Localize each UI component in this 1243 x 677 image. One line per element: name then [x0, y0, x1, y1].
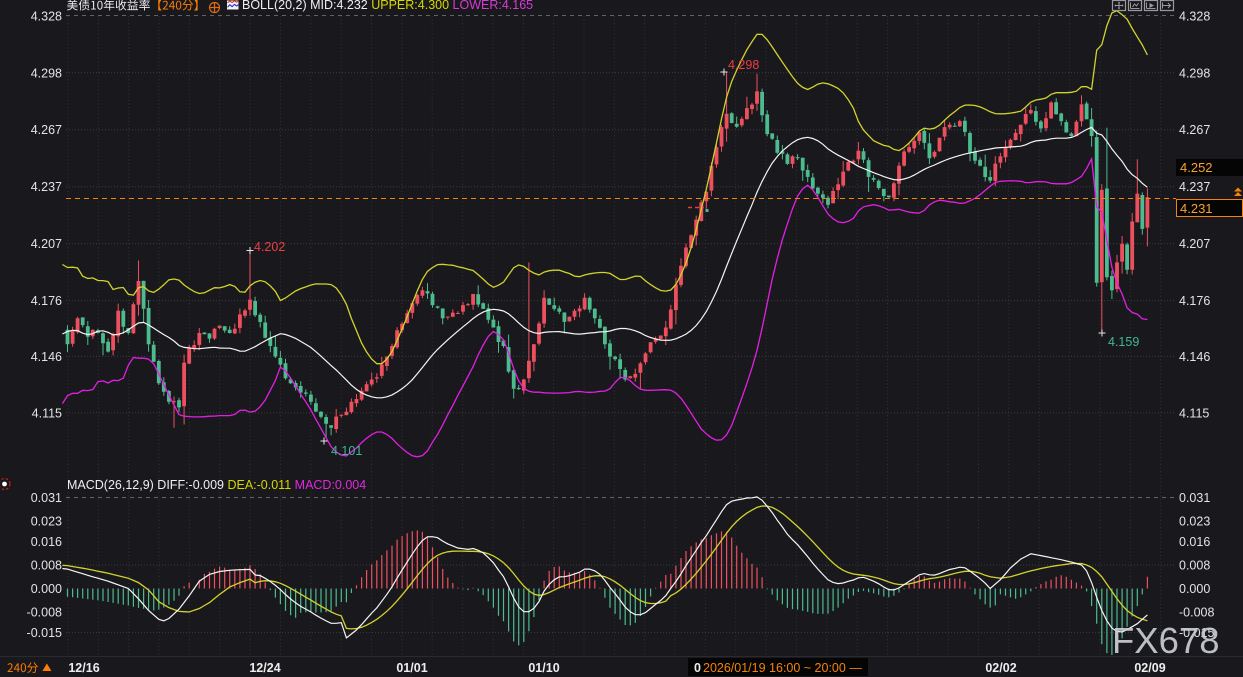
- svg-text:4.267: 4.267: [31, 123, 62, 137]
- svg-text:0.008: 0.008: [31, 559, 62, 573]
- svg-text:4.328: 4.328: [1179, 10, 1210, 24]
- svg-text:-0.008: -0.008: [27, 606, 62, 620]
- svg-text:4.176: 4.176: [31, 294, 62, 308]
- svg-text:4.115: 4.115: [1179, 406, 1209, 420]
- svg-text:12/16: 12/16: [68, 661, 99, 675]
- svg-text:0.031: 0.031: [1179, 491, 1210, 505]
- svg-text:4.298: 4.298: [728, 58, 759, 72]
- svg-text:12/24: 12/24: [249, 661, 280, 675]
- svg-text:01/10: 01/10: [528, 661, 559, 675]
- svg-text:4.252: 4.252: [1180, 160, 1213, 175]
- svg-text:4.298: 4.298: [1179, 66, 1210, 80]
- svg-text:0.023: 0.023: [31, 514, 62, 528]
- svg-text:02/02: 02/02: [985, 661, 1016, 675]
- svg-text:4.298: 4.298: [31, 66, 62, 80]
- svg-text:4.202: 4.202: [254, 240, 285, 254]
- svg-text:0.031: 0.031: [31, 491, 62, 505]
- svg-text:4.146: 4.146: [31, 350, 62, 364]
- svg-text:4.231: 4.231: [1180, 201, 1213, 216]
- svg-text:0.000: 0.000: [1179, 582, 1210, 596]
- svg-text:0.000: 0.000: [31, 582, 62, 596]
- svg-text:BOLL(20,2) MID:4.232 UPPER:4.: BOLL(20,2) MID:4.232 UPPER:4.300 LOWER:4…: [242, 0, 533, 12]
- svg-text:4.101: 4.101: [331, 444, 362, 458]
- svg-text:0.016: 0.016: [31, 535, 62, 549]
- svg-text:4.267: 4.267: [1179, 123, 1210, 137]
- svg-text:0.008: 0.008: [1179, 559, 1210, 573]
- svg-text:-0.008: -0.008: [1179, 606, 1214, 620]
- svg-text:4.328: 4.328: [31, 10, 62, 24]
- svg-text:4.237: 4.237: [31, 180, 62, 194]
- svg-text:4.207: 4.207: [31, 237, 62, 251]
- svg-text:-0.015: -0.015: [27, 626, 62, 640]
- svg-text:0.016: 0.016: [1179, 535, 1210, 549]
- svg-text:4.207: 4.207: [1179, 237, 1210, 251]
- svg-text:01/01: 01/01: [396, 661, 427, 675]
- svg-text:FX678: FX678: [1112, 620, 1220, 661]
- svg-text:4.146: 4.146: [1179, 350, 1210, 364]
- svg-text:4.237: 4.237: [1179, 180, 1210, 194]
- svg-text:MACD(26,12,9) DIFF:-0.009 DEA: MACD(26,12,9) DIFF:-0.009 DEA:-0.011 MAC…: [67, 478, 366, 492]
- svg-text:4.115: 4.115: [32, 406, 62, 420]
- svg-text:4.176: 4.176: [1179, 294, 1210, 308]
- svg-text:0: 0: [694, 661, 701, 675]
- svg-text:0.023: 0.023: [1179, 514, 1210, 528]
- svg-text:2026/01/19 16:00 ~ 20:00 —: 2026/01/19 16:00 ~ 20:00 —: [703, 661, 862, 675]
- svg-text:4.159: 4.159: [1108, 335, 1139, 349]
- svg-text:02/09: 02/09: [1134, 661, 1165, 675]
